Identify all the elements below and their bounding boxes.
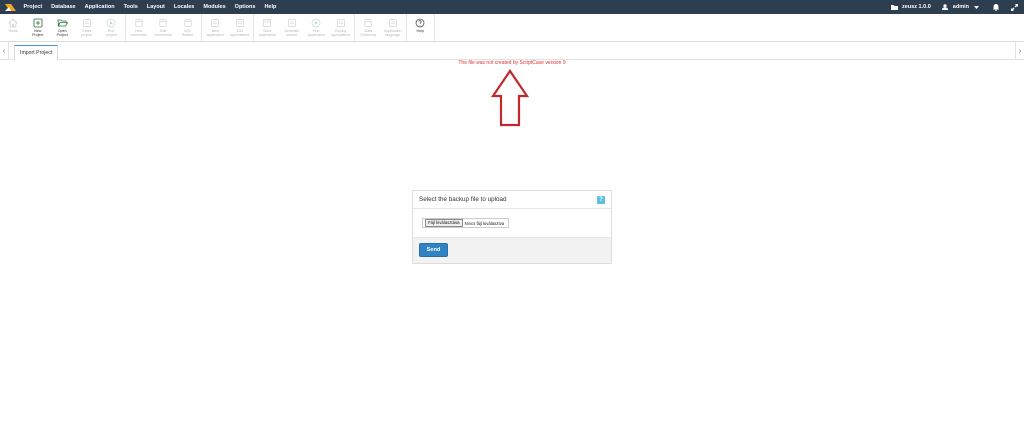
toolbar-button-label: Open Project: [56, 29, 68, 37]
data-dictionary-icon: [363, 17, 374, 28]
toolbar-button-label: Edit connection: [154, 29, 172, 37]
upload-panel-footer: Send: [413, 237, 611, 263]
toolbar-button-label: Home: [8, 29, 19, 33]
menu-item-layout[interactable]: Layout: [142, 0, 169, 14]
new-application-icon: [210, 17, 221, 28]
tab-import-project[interactable]: Import Project: [14, 45, 59, 61]
home-icon: [8, 17, 19, 28]
toolbar-group: Data Dictionary Application language: [355, 14, 407, 41]
menu-item-tools[interactable]: Tools: [119, 0, 142, 14]
toolbar-button-run-application[interactable]: Run application: [304, 14, 329, 41]
toolbar-button-application-language[interactable]: Application language: [381, 14, 406, 41]
file-status-text: Nincs fájl kiválasztva: [464, 220, 505, 226]
new-connection-icon: [133, 17, 144, 28]
error-message: The file was not created by ScriptCase v…: [458, 60, 566, 66]
edit-connection-icon: [158, 17, 169, 28]
toolbar-button-edit-connection[interactable]: Edit connection: [151, 14, 176, 41]
help-icon[interactable]: ?: [597, 196, 605, 204]
tab-divider: [8, 42, 9, 60]
notifications-button[interactable]: [986, 3, 1005, 12]
toolbar-button-label: Edit applications: [230, 29, 250, 37]
toolbar-group: Save application Generate source Run appli…: [254, 14, 355, 41]
toolbar-button-label: Generate source: [284, 29, 300, 37]
toolbar-button-home[interactable]: Home: [1, 14, 26, 41]
project-indicator[interactable]: zeusz 1.0.0: [885, 3, 936, 12]
sql-builder-icon: [182, 17, 193, 28]
toolbar-button-label: SQL Builder: [182, 29, 194, 37]
scriptcase-logo[interactable]: [3, 0, 17, 14]
menu-item-application[interactable]: Application: [80, 0, 119, 14]
toolbar-button-open-project[interactable]: Open Project: [50, 14, 75, 41]
menu-item-locales[interactable]: Locales: [169, 0, 198, 14]
toolbar-button-close-project[interactable]: Close project: [75, 14, 100, 41]
edit-applications-icon: [234, 17, 245, 28]
menu-item-database[interactable]: Database: [47, 0, 80, 14]
top-menubar: Project Database Application Tools Layout Loc…: [0, 0, 1024, 14]
close-project-icon: [81, 17, 92, 28]
caret-down-icon: [972, 3, 981, 12]
toolbar-group: Help: [407, 14, 435, 41]
run-icon: [311, 17, 322, 28]
toolbar-button-run-project[interactable]: Run project: [99, 14, 124, 41]
toolbar-button-help[interactable]: Help: [408, 14, 433, 41]
expand-icon: [1010, 3, 1019, 12]
user-name: admin: [952, 4, 969, 10]
toolbar-button-deploy-applications[interactable]: Deploy applications: [329, 14, 354, 41]
folder-open-icon: [57, 17, 68, 28]
new-project-icon: [32, 17, 43, 28]
menu-item-project[interactable]: Project: [19, 0, 47, 14]
user-menu[interactable]: admin: [936, 3, 986, 12]
toolbar-button-label: Help: [416, 29, 424, 33]
toolbar-group: Home New Project Open Project Close project…: [0, 14, 126, 41]
project-name: zeusz 1.0.0: [902, 4, 931, 10]
toolbar-button-sql-builder[interactable]: SQL Builder: [176, 14, 201, 41]
save-icon: [262, 17, 273, 28]
toolbar-button-label: Application language: [383, 29, 402, 37]
toolbar-button-new-project[interactable]: New Project: [26, 14, 51, 41]
help-icon: [415, 17, 426, 28]
user-icon: [941, 3, 950, 12]
toolbar-button-save-application[interactable]: Save application: [255, 14, 280, 41]
toolbar-button-label: Run application: [307, 29, 325, 37]
toolbar-button-edit-applications[interactable]: Edit applications: [228, 14, 253, 41]
menu-item-modules[interactable]: Modules: [199, 0, 230, 14]
run-project-icon: [106, 17, 117, 28]
toolbar-button-data-dictionary[interactable]: Data Dictionary: [356, 14, 381, 41]
toolbar-button-label: Close project: [81, 29, 93, 37]
arrow-up-icon: [491, 69, 529, 127]
toolbar-button-new-application[interactable]: New application: [203, 14, 228, 41]
toolbar-group: New application Edit applications: [202, 14, 254, 41]
send-button[interactable]: Send: [419, 243, 448, 257]
generate-icon: [286, 17, 297, 28]
upload-panel-body: Fájl kiválasztása Nincs fájl kiválasztva: [413, 209, 611, 237]
menu-item-options[interactable]: Options: [230, 0, 260, 14]
toolbar-button-label: Deploy applications: [331, 29, 351, 37]
menu-item-help[interactable]: Help: [260, 0, 281, 14]
toolbar-button-label: New application: [206, 29, 224, 37]
toolbar-button-generate-source[interactable]: Generate source: [280, 14, 305, 41]
toolbar-button-label: New connection: [130, 29, 148, 37]
tab-scroll-right-icon[interactable]: ›: [1016, 46, 1024, 56]
main-toolbar: Home New Project Open Project Close project…: [0, 14, 1024, 42]
language-icon: [387, 17, 398, 28]
toolbar-button-label: New Project: [32, 29, 44, 37]
toolbar-button-label: Data Dictionary: [360, 29, 377, 37]
tab-strip: ‹ Import Project ›: [0, 42, 1024, 61]
folder-icon: [890, 3, 899, 12]
deploy-icon: [335, 17, 346, 28]
choose-file-button[interactable]: Fájl kiválasztása: [425, 219, 463, 227]
file-input[interactable]: Fájl kiválasztása Nincs fájl kiválasztva: [422, 218, 509, 228]
bell-icon: [991, 3, 1000, 12]
tab-scroll-left-icon[interactable]: ‹: [0, 46, 8, 56]
toolbar-button-label: Save application: [258, 29, 276, 37]
toolbar-button-label: Run project: [105, 29, 117, 37]
upload-panel-title: Select the backup file to upload: [419, 196, 507, 203]
fullscreen-button[interactable]: [1005, 3, 1024, 12]
toolbar-group: New connection Edit connection SQL Builder: [126, 14, 202, 41]
toolbar-button-new-connection[interactable]: New connection: [127, 14, 152, 41]
upload-panel: Select the backup file to upload ? Fájl …: [412, 190, 612, 264]
upload-panel-header: Select the backup file to upload ?: [413, 191, 611, 209]
